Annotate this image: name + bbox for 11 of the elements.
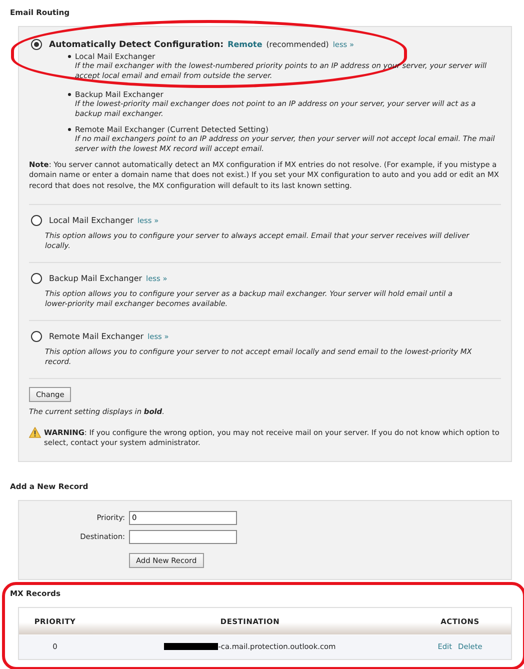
option-label: Local Mail Exchanger	[49, 216, 134, 225]
detected-setting: Remote	[228, 40, 262, 49]
option-label: Backup Mail Exchanger	[49, 274, 142, 283]
radio-button[interactable]	[31, 272, 42, 284]
radio-button[interactable]	[31, 330, 42, 342]
radio-button[interactable]	[31, 39, 42, 50]
warning-icon	[29, 426, 41, 438]
input-field[interactable]	[129, 530, 237, 544]
radio-button[interactable]	[31, 214, 42, 226]
option-label: Automatically Detect Configuration:	[49, 40, 224, 50]
option-label: Remote Mail Exchanger	[49, 332, 144, 341]
